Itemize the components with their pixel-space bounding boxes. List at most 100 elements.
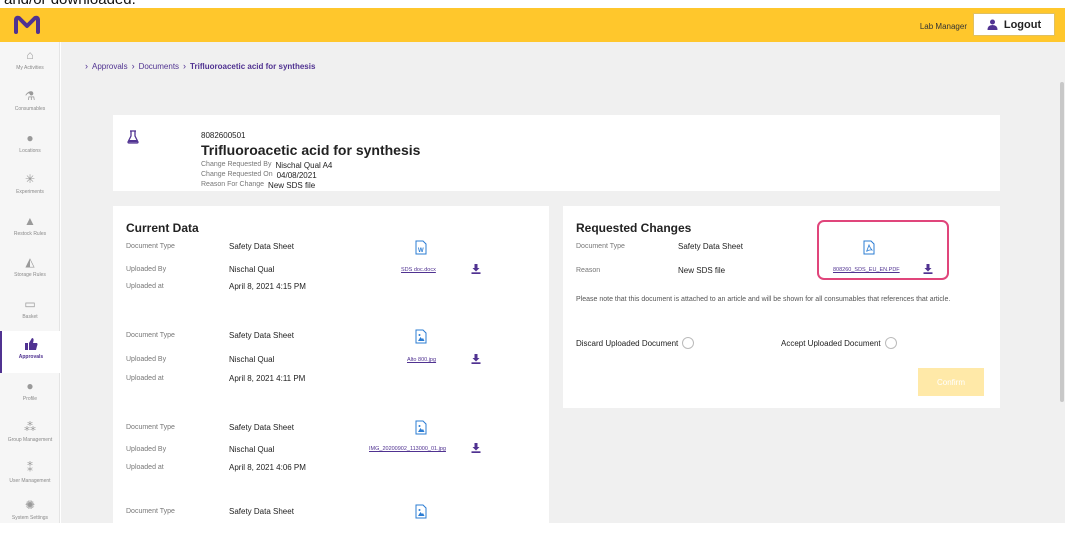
sidebar-item-label: User Management [9, 478, 51, 484]
chevron-right-icon: › [183, 61, 187, 71]
logout-label: Logout [1003, 18, 1042, 31]
uploaded-at-label: Uploaded at [126, 464, 164, 471]
article-id: 8082600501 [201, 131, 246, 140]
discard-option[interactable]: Discard Uploaded Document [576, 337, 695, 349]
user-role: Lab Manager [919, 22, 967, 31]
brand-logo-icon[interactable] [14, 14, 40, 36]
uploaded-at-value: April 8, 2021 4:11 PM [229, 374, 306, 383]
file-link[interactable]: SDS doc.docx [401, 267, 436, 273]
doc-type-label: Document Type [126, 424, 175, 431]
flask-icon [127, 130, 139, 144]
sidebar-item-user-management[interactable]: ⁑ User Management [0, 461, 60, 501]
main-content: › Approvals › Documents › Trifluoroaceti… [61, 42, 1065, 523]
uploaded-at-label: Uploaded at [126, 283, 164, 290]
doc-type-label: Document Type [126, 508, 175, 515]
group-icon: ⁂ [24, 420, 36, 434]
sidebar-item-label: Locations [19, 148, 41, 154]
uploaded-at-value: April 8, 2021 4:06 PM [229, 463, 306, 472]
requested-on-label: Change Requested On [201, 171, 273, 178]
uploaded-by-label: Uploaded By [126, 446, 167, 453]
sidebar-item-label: Approvals [18, 354, 44, 360]
attachment-note: Please note that this document is attach… [576, 296, 951, 303]
doc-type-value: Safety Data Sheet [229, 423, 294, 432]
sidebar: ⌂ My Activities ⚗ Consumables ● Location… [0, 42, 60, 523]
requested-on-value: 04/08/2021 [276, 171, 317, 180]
sidebar-item-storage-rules[interactable]: ◭ Storage Rules [0, 255, 60, 295]
doc-type-value: Safety Data Sheet [229, 242, 294, 251]
molecule-icon: ✳ [24, 172, 36, 186]
doc-type-value: Safety Data Sheet [678, 242, 743, 251]
download-icon[interactable] [471, 354, 481, 364]
sidebar-item-approvals[interactable]: Approvals [0, 331, 60, 373]
sidebar-item-locations[interactable]: ● Locations [0, 131, 60, 171]
flask-icon: ⚗ [24, 89, 36, 103]
thumbs-up-icon [25, 338, 38, 350]
requested-changes-title: Requested Changes [576, 221, 692, 235]
sidebar-item-label: Group Management [7, 437, 53, 443]
page-title: Trifluoroacetic acid for synthesis [201, 142, 421, 158]
chevron-right-icon: › [131, 61, 135, 71]
requested-on-row: Change Requested On 04/08/2021 [201, 171, 317, 180]
uploaded-by-label: Uploaded By [126, 266, 167, 273]
doc-type-value: Safety Data Sheet [229, 331, 294, 340]
image-file-icon[interactable] [415, 504, 427, 519]
doc-type-label: Document Type [126, 332, 175, 339]
doc-type-value: Safety Data Sheet [229, 507, 294, 516]
sidebar-item-restock-rules[interactable]: ▲ Restock Rules [0, 214, 60, 254]
scrollbar[interactable] [1059, 42, 1065, 523]
uploaded-by-label: Uploaded By [126, 356, 167, 363]
download-icon[interactable] [471, 264, 481, 274]
current-data-title: Current Data [126, 221, 199, 235]
requested-by-value: Nischal Qual A4 [275, 161, 333, 170]
scrollbar-thumb[interactable] [1060, 82, 1064, 402]
location-pin-icon: ● [26, 131, 34, 145]
sidebar-item-group-management[interactable]: ⁂ Group Management [0, 420, 60, 460]
reason-value: New SDS file [268, 181, 316, 190]
breadcrumb-current: Trifluoroacetic acid for synthesis [190, 61, 316, 71]
image-file-icon[interactable] [415, 420, 427, 435]
current-data-card: Current Data Document Type Safety Data S… [113, 206, 549, 523]
caption-strip: and/or downloaded. [0, 0, 1065, 8]
sidebar-item-consumables[interactable]: ⚗ Consumables [0, 89, 60, 129]
breadcrumb: › Approvals › Documents › Trifluoroaceti… [85, 61, 315, 71]
file-link[interactable]: Alto 800.jpg [407, 357, 436, 363]
uploaded-at-value: April 8, 2021 4:15 PM [229, 282, 306, 291]
uploaded-by-value: Nischal Qual [229, 355, 275, 364]
logout-button[interactable]: Logout [973, 13, 1055, 36]
confirm-button[interactable]: Confirm [918, 368, 984, 396]
sidebar-item-system-settings[interactable]: ✺ System Settings [0, 498, 60, 538]
uploaded-at-label: Uploaded at [126, 375, 164, 382]
accept-radio[interactable] [884, 337, 897, 349]
discard-radio[interactable] [682, 337, 695, 349]
accept-option[interactable]: Accept Uploaded Document [781, 337, 897, 349]
download-icon[interactable] [471, 443, 481, 453]
file-link[interactable]: 808260_SDS_EU_EN.PDF [833, 267, 900, 273]
basket-icon: ▭ [24, 297, 36, 311]
sidebar-item-experiments[interactable]: ✳ Experiments [0, 172, 60, 212]
download-icon[interactable] [923, 264, 933, 274]
sidebar-item-label: System Settings [11, 515, 49, 521]
sidebar-item-label: Consumables [14, 106, 46, 112]
breadcrumb-approvals[interactable]: Approvals [92, 62, 128, 71]
top-bar: Lab Manager Logout [0, 8, 1065, 42]
word-file-icon[interactable]: W [415, 240, 427, 255]
reason-label: Reason [576, 267, 601, 274]
article-header-card: 8082600501 Trifluoroacetic acid for synt… [113, 115, 1000, 191]
sidebar-item-profile[interactable]: ● Profile [0, 379, 60, 419]
requested-by-label: Change Requested By [201, 161, 272, 168]
caption-text: and/or downloaded. [4, 0, 136, 8]
uploaded-by-value: Nischal Qual [229, 265, 275, 274]
doc-type-label: Document Type [126, 243, 175, 250]
reason-value: New SDS file [678, 266, 726, 275]
sidebar-item-my-activities[interactable]: ⌂ My Activities [0, 48, 60, 88]
storage-icon: ◭ [25, 255, 35, 269]
pdf-file-icon[interactable] [863, 240, 875, 255]
home-icon: ⌂ [26, 48, 34, 62]
breadcrumb-documents[interactable]: Documents [139, 62, 179, 71]
user-icon: ● [26, 379, 34, 393]
gear-icon: ✺ [24, 498, 36, 512]
image-file-icon[interactable] [415, 329, 427, 344]
file-link[interactable]: IMG_20200902_113000_01.jpg [369, 446, 446, 452]
doc-type-label: Document Type [576, 243, 625, 250]
reason-label: Reason For Change [201, 181, 265, 188]
